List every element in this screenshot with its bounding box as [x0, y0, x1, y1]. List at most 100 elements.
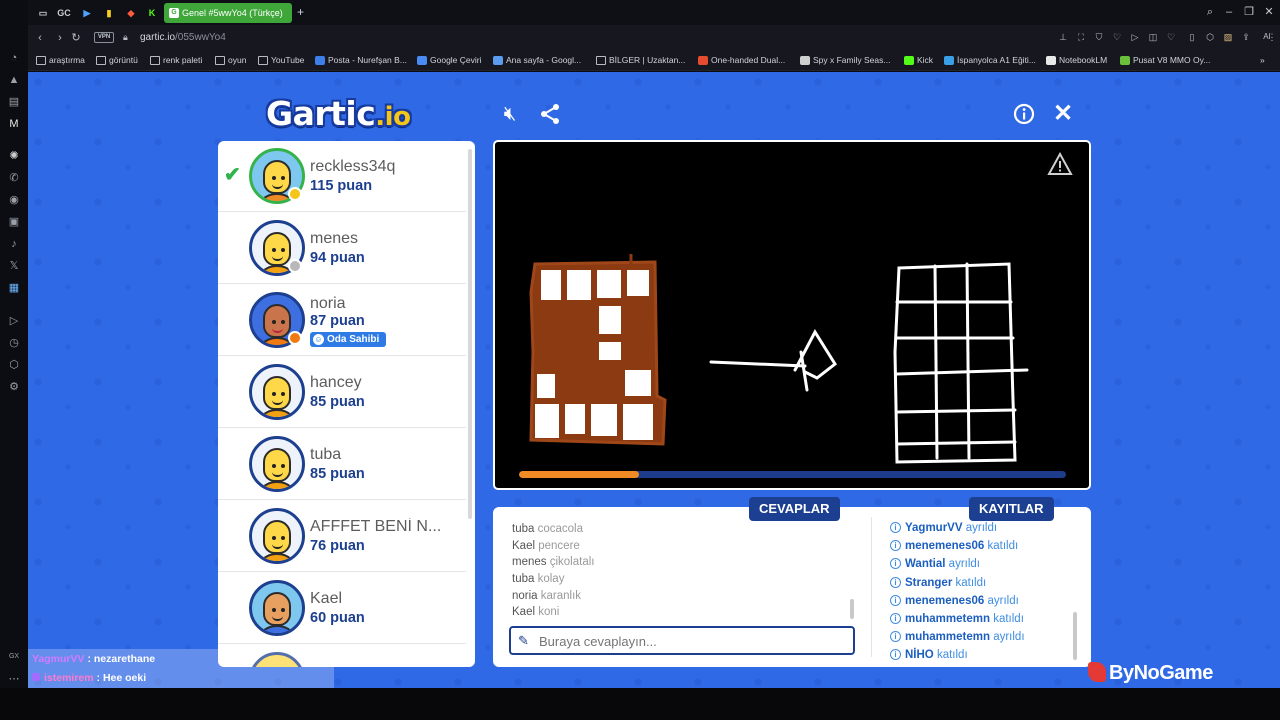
bookmark-pusat[interactable]: Pusat V8 MMO Oy... [1120, 54, 1210, 67]
sound-off-icon[interactable]: 🔇︎ [496, 100, 524, 128]
avatar [249, 436, 305, 492]
player-row[interactable]: menes 94 puan [218, 213, 466, 284]
play-icon[interactable]: ▷ [1129, 31, 1141, 43]
minimize-icon[interactable]: – [1222, 5, 1236, 19]
shield-icon[interactable]: ⛉ [1093, 31, 1105, 43]
new-tab-icon[interactable]: + [294, 6, 307, 19]
pinned-tab-gc[interactable]: GC [57, 6, 71, 20]
log-item: i Wantial ayrıldı [890, 555, 1080, 573]
close-window-icon[interactable]: ✕ [1262, 5, 1276, 19]
bookmark-mail[interactable]: Posta - Nurefşan B... [315, 54, 407, 67]
x-icon[interactable]: 𝕏 [7, 259, 21, 273]
player-row[interactable]: tuba 85 puan [218, 429, 466, 500]
bottom-letterbox [0, 688, 1280, 720]
player-score: 76 puan [310, 538, 365, 554]
pinned-tab-icon[interactable]: ◆ [124, 6, 138, 20]
camera-icon[interactable]: ◫ [1147, 31, 1159, 43]
gartic-logo[interactable]: Gartic.io [266, 94, 411, 133]
answers-scrollbar[interactable] [850, 599, 854, 619]
player-row[interactable]: ✔ reckless34q 115 puan [218, 141, 466, 212]
player-icon[interactable]: ▷ [7, 314, 21, 328]
player-row[interactable]: noria 87 puan ☺ Oda Sahibi [218, 285, 466, 356]
bookmark-translate[interactable]: Google Çeviri [417, 54, 482, 67]
bookmark-google[interactable]: Ana sayfa - Googl... [493, 54, 581, 67]
heart-icon[interactable]: ♡ [1111, 31, 1123, 43]
search-icon[interactable]: ⌕ [1203, 5, 1217, 19]
player-row[interactable]: hancey 85 puan [218, 357, 466, 428]
bookmark-folder[interactable]: araştırma [36, 54, 85, 67]
pin-icon[interactable]: ⊥ [1057, 31, 1069, 43]
bookmark-folder[interactable]: renk paleti [150, 54, 202, 67]
tab-logs[interactable]: KAYITLAR [969, 497, 1054, 521]
bookmark-label: oyun [228, 55, 247, 65]
settings-icon[interactable]: ⚙ [7, 380, 21, 394]
back-icon[interactable]: ‹ [33, 31, 47, 45]
bookmark-bilger[interactable]: BİLGER | Uzaktan... [596, 54, 685, 67]
info-icon: i [890, 631, 901, 643]
vpn-badge[interactable]: VPN [94, 32, 114, 43]
bookmark-folder[interactable]: oyun [215, 54, 246, 67]
bookmarks-more-icon[interactable]: » [1260, 54, 1265, 67]
instagram-icon[interactable]: ▣ [7, 215, 21, 229]
gmail-icon[interactable]: M [7, 117, 21, 131]
info-icon[interactable] [1010, 100, 1038, 128]
pinned-tab-play-icon[interactable]: ▶ [80, 6, 94, 20]
bookmark-youtube[interactable]: YouTube [258, 54, 304, 67]
forward-icon[interactable]: › [53, 31, 67, 45]
extensions-puzzle-icon[interactable]: ⬡ [1204, 31, 1216, 43]
whatsapp-icon[interactable]: ✆ [7, 171, 21, 185]
bynogame-logo[interactable]: ByNoGame [1088, 662, 1213, 688]
player-list-scrollbar[interactable] [468, 149, 472, 519]
bookmark-spanish[interactable]: İspanyolca A1 Eğiti... [944, 54, 1036, 67]
active-tab-title: Genel #5wwYo4 (Türkçe) [182, 8, 283, 18]
snapshot-icon[interactable]: ⛶ [1075, 31, 1087, 43]
share-icon[interactable]: ⇪ [1240, 31, 1252, 43]
restore-icon[interactable]: ❐ [1242, 5, 1256, 19]
extensions-icon[interactable]: ⬡ [7, 358, 21, 372]
discord-icon[interactable]: ◉ [7, 193, 21, 207]
workspace-icon[interactable]: ▭ [36, 6, 50, 20]
pinned-tab-kick-icon[interactable]: K [145, 6, 159, 20]
more-icon[interactable]: ⋯ [7, 672, 21, 686]
bookmark-notebooklm[interactable]: NotebookLM [1046, 54, 1107, 67]
speed-dial-icon[interactable]: ◔ [7, 51, 21, 65]
bookmark-video[interactable]: One-handed Dual... [698, 54, 785, 67]
logo-text: Gartic [266, 94, 376, 133]
sponsor-label: ByNoGame [1109, 662, 1213, 684]
lock-icon[interactable]: 🔒︎ [123, 32, 132, 43]
answer-input[interactable] [539, 631, 839, 651]
tiktok-icon[interactable]: ♪ [7, 237, 21, 251]
history-icon[interactable]: ◷ [7, 336, 21, 350]
bookmark-label: YouTube [271, 55, 305, 65]
app-icon[interactable]: ▦ [7, 281, 21, 295]
player-row[interactable]: Kael 60 puan [218, 573, 466, 644]
share-icon[interactable] [536, 100, 564, 128]
close-icon[interactable]: ✕ [1049, 100, 1077, 128]
bookmarks-icon[interactable]: ▤ [7, 95, 21, 109]
bookmark-kick[interactable]: Kick [904, 54, 933, 67]
gartic-game-area: Gartic.io 🔇︎ ✕ ✔ reckless34q 115 puan me… [28, 72, 1280, 688]
tab-answers[interactable]: CEVAPLAR [749, 497, 840, 521]
answer-input-box[interactable]: ✎ [509, 626, 855, 655]
pinned-tab-icon[interactable]: ▮ [102, 6, 116, 20]
logs-scrollbar[interactable] [1073, 612, 1077, 660]
url-field[interactable]: gartic.io/055wwYo4 [140, 31, 226, 44]
chatgpt-icon[interactable]: ✺ [7, 149, 21, 163]
drawing-canvas[interactable] [493, 140, 1091, 490]
active-tab[interactable]: G Genel #5wwYo4 (Türkçe) [164, 3, 292, 23]
bookmark-anime[interactable]: Spy x Family Seas... [800, 54, 890, 67]
bookmark-label: One-handed Dual... [711, 55, 786, 65]
extension-icon[interactable]: ▨ [1222, 31, 1234, 43]
bookmark-folder[interactable]: görüntü [96, 54, 138, 67]
menu-icon[interactable]: ⋮ [1266, 31, 1278, 43]
report-warning-icon[interactable] [1047, 152, 1073, 176]
answer-item: Kael pencere [512, 538, 852, 555]
aria-icon[interactable]: ▲ [7, 73, 21, 87]
favorite-icon[interactable]: ♡ [1165, 31, 1177, 43]
player-row[interactable]: AFFFET BENİ N... 76 puan [218, 501, 466, 572]
anime-icon [800, 56, 810, 65]
crown-icon: ☺ [313, 334, 324, 345]
reload-icon[interactable]: ↻ [69, 31, 83, 45]
page-icon[interactable]: ▯ [1186, 31, 1198, 43]
gx-icon[interactable]: GX [7, 650, 21, 664]
